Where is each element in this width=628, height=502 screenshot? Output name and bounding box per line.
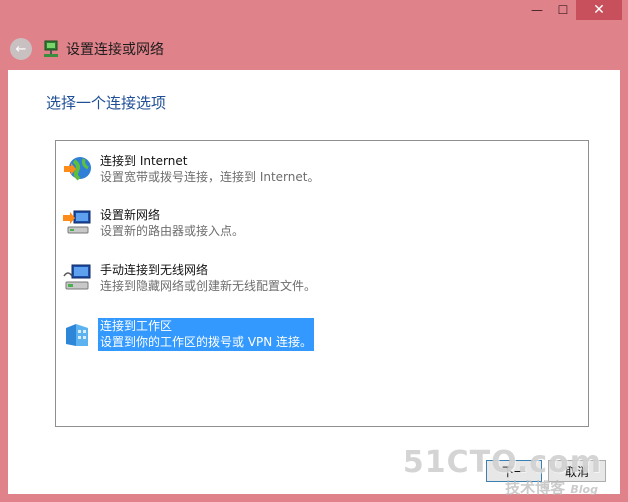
watermark-sub-text: 技术博客 xyxy=(505,479,566,497)
option-setup-new-network[interactable]: 设置新网络 设置新的路由器或接入点。 xyxy=(62,207,246,243)
watermark-blog: Blog xyxy=(570,483,598,496)
site-watermark: 51CTO.com 技术博客 Blog xyxy=(402,445,602,497)
option-connect-workplace[interactable]: 连接到工作区 设置到你的工作区的拨号或 VPN 连接。 xyxy=(62,318,315,354)
maximize-button[interactable]: ☐ xyxy=(550,0,576,20)
connection-options-list: 连接到 Internet 设置宽带或拨号连接，连接到 Internet。 设置新… xyxy=(55,140,589,427)
workplace-icon xyxy=(66,324,88,346)
back-arrow-icon: ← xyxy=(15,41,27,57)
close-button[interactable]: ✕ xyxy=(576,0,622,20)
setup-connection-window: — ☐ ✕ ← 设置连接或网络 选择一个连接选项 连接到 Internet 设置… xyxy=(0,0,628,502)
option-description: 连接到隐藏网络或创建新无线配置文件。 xyxy=(100,279,317,293)
watermark-sub: 技术博客 Blog xyxy=(505,477,598,498)
option-description: 设置新的路由器或接入点。 xyxy=(100,224,245,238)
back-button[interactable]: ← xyxy=(10,38,32,60)
option-title: 手动连接到无线网络 xyxy=(100,263,209,277)
option-title: 连接到 Internet xyxy=(100,154,188,168)
wireless-network-icon xyxy=(63,264,91,290)
option-title: 设置新网络 xyxy=(100,208,161,222)
network-setup-icon xyxy=(44,40,58,57)
watermark-main: 51CTO.com xyxy=(402,445,602,480)
option-text: 设置新网络 设置新的路由器或接入点。 xyxy=(98,207,246,240)
option-text: 连接到工作区 设置到你的工作区的拨号或 VPN 连接。 xyxy=(98,318,315,351)
router-setup-icon xyxy=(63,210,91,234)
globe-network-icon xyxy=(64,157,91,181)
option-title: 连接到工作区 xyxy=(100,319,173,333)
option-description: 设置宽带或拨号连接，连接到 Internet。 xyxy=(100,170,320,184)
wizard-header: ← 设置连接或网络 xyxy=(10,34,618,64)
option-text: 连接到 Internet 设置宽带或拨号连接，连接到 Internet。 xyxy=(98,153,321,186)
content-area: 选择一个连接选项 连接到 Internet 设置宽带或拨号连接，连接到 Inte… xyxy=(8,70,620,497)
minimize-button[interactable]: — xyxy=(524,0,550,20)
option-text: 手动连接到无线网络 连接到隐藏网络或创建新无线配置文件。 xyxy=(98,262,318,295)
page-instruction: 选择一个连接选项 xyxy=(46,94,167,112)
caption-buttons: — ☐ ✕ xyxy=(524,0,622,22)
window-title: 设置连接或网络 xyxy=(66,42,164,58)
option-description: 设置到你的工作区的拨号或 VPN 连接。 xyxy=(100,335,313,349)
option-manual-wireless[interactable]: 手动连接到无线网络 连接到隐藏网络或创建新无线配置文件。 xyxy=(62,262,318,298)
option-connect-internet[interactable]: 连接到 Internet 设置宽带或拨号连接，连接到 Internet。 xyxy=(62,153,321,189)
